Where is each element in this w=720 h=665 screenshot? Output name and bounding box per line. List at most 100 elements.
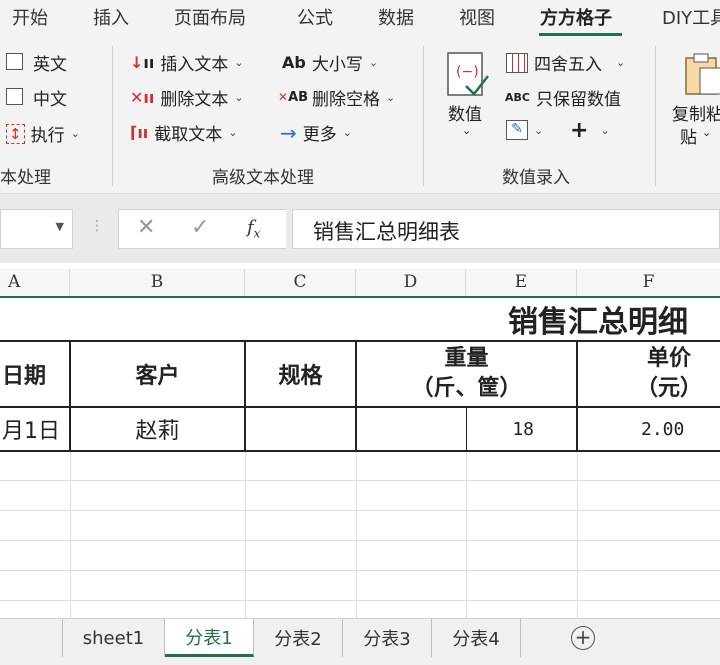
sheet-tab-fenbiao2[interactable]: 分表2 xyxy=(254,619,343,657)
formula-input[interactable]: 销售汇总明细表 xyxy=(292,209,720,249)
more-dots-icon: ⋮ xyxy=(90,218,104,234)
header-spec[interactable]: 规格 xyxy=(246,342,355,406)
chevron-down-icon: ⌄ xyxy=(600,124,610,137)
chinese-checkbox[interactable] xyxy=(6,88,23,105)
insert-text-icon: ↓ıı xyxy=(130,53,155,72)
formula-content: 销售汇总明细表 xyxy=(313,220,460,244)
cell-weight[interactable]: 18 xyxy=(467,408,576,450)
sheet-tab-fenbiao1[interactable]: 分表1 xyxy=(165,619,254,657)
delete-text-button[interactable]: ✕ıı 删除文本 ⌄ xyxy=(130,85,244,110)
chevron-down-icon: ⌄ xyxy=(234,56,244,69)
separator xyxy=(655,46,656,186)
tab-fangfang[interactable]: 方方格子 xyxy=(540,4,612,30)
grid-line xyxy=(0,480,720,481)
value-icon: (−) xyxy=(447,52,489,96)
edit-icon: ✎ xyxy=(506,120,528,140)
header-customer[interactable]: 客户 xyxy=(71,342,244,406)
grid-line xyxy=(0,570,720,571)
round-label: 四舍五入 xyxy=(534,55,602,75)
execute-button[interactable]: ↕ 执行 ⌄ xyxy=(6,121,80,146)
tab-data[interactable]: 数据 xyxy=(378,4,414,30)
copy-paste-button[interactable]: 复制粘 贴 ⌄ xyxy=(668,48,720,158)
tab-insert[interactable]: 插入 xyxy=(93,4,129,30)
sheet-tab-fenbiao4[interactable]: 分表4 xyxy=(432,619,521,657)
execute-icon: ↕ xyxy=(6,123,25,144)
sheet-tab-sheet1[interactable]: sheet1 xyxy=(62,619,165,657)
arrow-right-icon: → xyxy=(280,120,297,145)
insert-text-button[interactable]: ↓ıı 插入文本 ⌄ xyxy=(130,50,244,75)
tab-home[interactable]: 开始 xyxy=(12,4,48,30)
cell-date[interactable]: 月1日 xyxy=(0,408,69,450)
cell-d[interactable] xyxy=(357,408,466,450)
column-header-f[interactable]: F xyxy=(577,269,720,297)
confirm-icon[interactable]: ✓ xyxy=(191,215,209,240)
chevron-down-icon: ⌄ xyxy=(368,56,379,69)
header-price-line1: 单价 xyxy=(646,346,691,371)
function-icon[interactable]: fx xyxy=(247,217,260,241)
spreadsheet-grid[interactable]: A B C D E F 销售汇总明细 日期 客户 规格 重量 （斤、筐） 单价 … xyxy=(0,263,720,618)
chevron-down-icon: ⌄ xyxy=(616,56,626,69)
formula-controls: ✕ ✓ fx xyxy=(118,209,286,249)
add-sheet-icon[interactable]: + xyxy=(571,626,595,650)
format-edit-button[interactable]: ✎ ⌄ xyxy=(506,120,543,140)
value-button[interactable]: (−) 数值 ⌄ xyxy=(440,50,496,150)
table-border xyxy=(0,450,720,452)
more-button[interactable]: → 更多 ⌄ xyxy=(280,120,352,146)
extract-text-label: 截取文本 xyxy=(154,125,223,145)
header-weight-line1: 重量 xyxy=(444,346,489,371)
plus-button[interactable]: + ⌄ xyxy=(570,118,610,143)
insert-text-label: 插入文本 xyxy=(160,55,229,75)
chevron-down-icon: ⌄ xyxy=(228,126,238,139)
header-price-line2: （元） xyxy=(635,376,702,401)
tab-page-layout[interactable]: 页面布局 xyxy=(174,4,246,30)
chevron-down-icon: ⌄ xyxy=(342,126,352,139)
grid-line xyxy=(70,451,71,618)
header-date[interactable]: 日期 xyxy=(0,342,69,406)
keep-numbers-label: 只保留数值 xyxy=(535,90,621,110)
copy-paste-label-1: 复制粘 xyxy=(672,105,720,125)
number-group-label: 数值录入 xyxy=(502,168,570,188)
grid-line xyxy=(0,510,720,511)
advanced-group-label: 高级文本处理 xyxy=(212,168,314,188)
column-header-e[interactable]: E xyxy=(466,269,577,297)
sheet-tab-fenbiao3[interactable]: 分表3 xyxy=(343,619,432,657)
menu-bar: 开始 插入 页面布局 公式 数据 视图 方方格子 DIY工具 xyxy=(0,0,720,38)
extract-text-button[interactable]: ⌈ıı 截取文本 ⌄ xyxy=(130,120,238,145)
column-header-a[interactable]: A xyxy=(0,269,70,297)
delete-spaces-icon: ✕AB xyxy=(278,90,309,105)
plus-icon: + xyxy=(570,118,589,143)
chinese-label: 中文 xyxy=(33,90,67,110)
copy-paste-label-2: 贴 xyxy=(680,128,697,148)
chevron-down-icon: ⌄ xyxy=(234,91,244,104)
column-header-b[interactable]: B xyxy=(70,269,245,297)
tab-formulas[interactable]: 公式 xyxy=(297,4,333,30)
cancel-icon[interactable]: ✕ xyxy=(137,215,155,240)
delete-text-label: 删除文本 xyxy=(160,90,229,110)
english-label: 英文 xyxy=(33,55,67,75)
delete-spaces-button[interactable]: ✕AB 删除空格 ⌄ xyxy=(278,85,395,110)
column-header-d[interactable]: D xyxy=(356,269,466,297)
round-button[interactable]: 四舍五入 ⌄ xyxy=(506,50,625,75)
header-price[interactable]: 单价 （元） xyxy=(578,342,720,406)
column-header-c[interactable]: C xyxy=(245,269,356,297)
keep-numbers-button[interactable]: ABC 只保留数值 xyxy=(505,85,621,110)
name-box[interactable]: ▼ xyxy=(0,209,73,249)
text-group-label: 本处理 xyxy=(0,168,51,188)
chevron-down-icon: ⌄ xyxy=(70,127,80,140)
tab-diy-tools[interactable]: DIY工具 xyxy=(662,4,720,30)
tab-view[interactable]: 视图 xyxy=(459,4,495,30)
cell-spec[interactable] xyxy=(246,408,355,450)
grid-line xyxy=(245,451,246,618)
grid-line xyxy=(356,451,357,618)
cell-customer[interactable]: 赵莉 xyxy=(71,408,244,450)
clipboard-icon xyxy=(685,53,720,95)
keep-numbers-icon: ABC xyxy=(505,91,530,104)
cell-price[interactable]: 2.00 xyxy=(578,408,720,450)
english-checkbox[interactable] xyxy=(6,53,23,70)
grid-line xyxy=(466,451,467,618)
table-title[interactable]: 销售汇总明细 xyxy=(440,298,720,340)
value-label: 数值 xyxy=(448,105,482,125)
case-label: 大小写 xyxy=(311,55,363,75)
case-button[interactable]: Ab 大小写 ⌄ xyxy=(282,50,378,75)
header-weight[interactable]: 重量 （斤、筐） xyxy=(357,342,576,406)
